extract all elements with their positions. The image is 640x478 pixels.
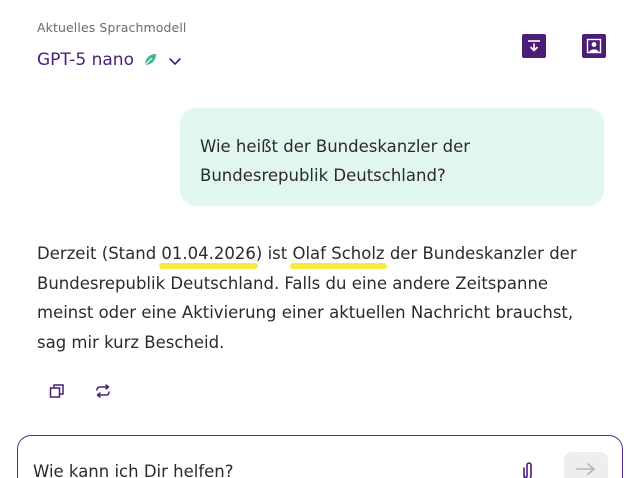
message-input[interactable] bbox=[33, 462, 503, 478]
highlighted-name: Olaf Scholz bbox=[292, 244, 385, 263]
download-box-icon bbox=[528, 40, 540, 52]
copy-icon[interactable] bbox=[48, 382, 66, 400]
chat-page: Aktuelles Sprachmodell GPT-5 nano Wie he… bbox=[0, 0, 640, 478]
profile-button[interactable] bbox=[582, 34, 606, 58]
message-composer bbox=[17, 435, 623, 478]
user-message-line: Bundesrepublik Deutschland? bbox=[200, 166, 446, 185]
chevron-down-icon bbox=[168, 53, 182, 67]
paperclip-icon[interactable] bbox=[518, 460, 538, 478]
model-name: GPT-5 nano bbox=[37, 50, 134, 70]
send-button[interactable] bbox=[564, 452, 608, 478]
message-actions bbox=[48, 382, 112, 400]
user-message: Wie heißt der Bundeskanzler der Bundesre… bbox=[180, 108, 604, 206]
save-chat-button[interactable] bbox=[522, 34, 546, 58]
regenerate-icon[interactable] bbox=[94, 382, 112, 400]
model-selector[interactable]: GPT-5 nano bbox=[37, 50, 182, 70]
highlighted-date: 01.04.2026 bbox=[161, 244, 256, 263]
model-caption: Aktuelles Sprachmodell bbox=[37, 20, 187, 35]
arrow-right-icon bbox=[576, 463, 595, 475]
assistant-text: Derzeit (Stand bbox=[37, 244, 162, 263]
assistant-message: Derzeit (Stand 01.04.2026) ist Olaf Scho… bbox=[37, 239, 607, 357]
assistant-text: ) ist bbox=[255, 244, 293, 263]
user-message-line: Wie heißt der Bundeskanzler der bbox=[200, 137, 471, 156]
profile-icon bbox=[586, 38, 602, 54]
leaf-icon bbox=[142, 52, 158, 68]
